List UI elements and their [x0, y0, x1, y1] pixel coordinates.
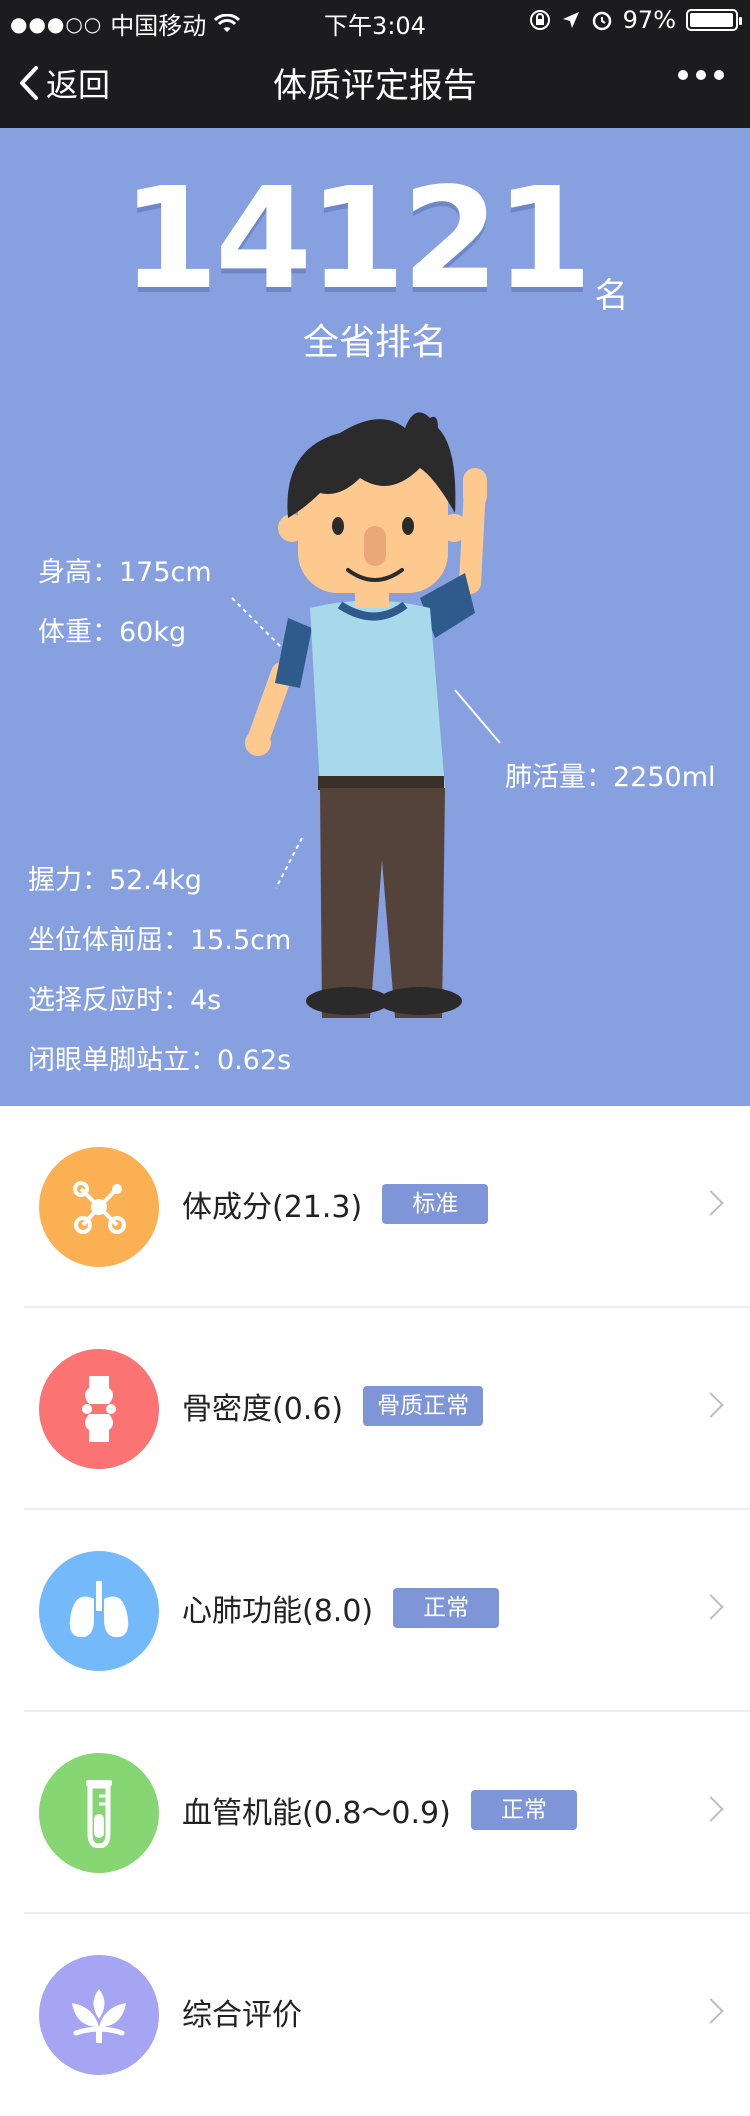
more-dot [678, 70, 688, 80]
list-item-cardiopulmonary[interactable]: 心肺功能(8.0) 正常 [24, 1510, 750, 1712]
status-badge: 正常 [470, 1790, 577, 1830]
more-dot [714, 70, 724, 80]
status-badge: 标准 [382, 1184, 489, 1224]
battery-icon [686, 9, 742, 31]
page-title: 体质评定报告 [273, 66, 477, 106]
list-item-overall-evaluation[interactable]: 综合评价 [24, 1914, 750, 2116]
nav-bar: 返回 体质评定报告 [0, 40, 750, 128]
lotus-icon [39, 1955, 159, 2075]
status-badge: 骨质正常 [363, 1386, 484, 1426]
list-item-vascular[interactable]: 血管机能(0.8～0.9) 正常 [24, 1712, 750, 1914]
list-item-bone-density[interactable]: 骨密度(0.6) 骨质正常 [24, 1308, 750, 1510]
item-title: 综合评价 [182, 1998, 302, 2033]
more-dot [696, 70, 706, 80]
chevron-right-icon [698, 1594, 724, 1620]
battery-percent: 97% [622, 6, 676, 34]
molecule-icon [39, 1147, 159, 1267]
hero-section: 14121 名 全省排名 身高：175cm 体重：60kg 肺活量：2250ml … [0, 128, 750, 1106]
item-title: 体成分(21.3) [182, 1190, 363, 1225]
item-title: 血管机能(0.8～0.9) [182, 1796, 451, 1831]
item-title: 骨密度(0.6) [182, 1392, 344, 1427]
test-tube-icon [39, 1753, 159, 1873]
chevron-right-icon [698, 1190, 724, 1216]
chevron-right-icon [698, 1998, 724, 2024]
character-illustration [245, 412, 487, 1018]
more-button[interactable] [678, 70, 724, 80]
status-badge: 正常 [393, 1588, 500, 1628]
top-bar: ●●●○○ 中国移动 下午3:04 97% 返回 体质评定报告 [0, 0, 750, 128]
list-item-body-composition[interactable]: 体成分(21.3) 标准 [24, 1106, 750, 1308]
item-label: 心肺功能(8.0) 正常 [182, 1586, 500, 1630]
chevron-right-icon [698, 1796, 724, 1822]
alarm-icon [592, 11, 611, 31]
lungs-icon [39, 1551, 159, 1671]
location-arrow-icon [562, 12, 579, 28]
item-label: 血管机能(0.8～0.9) 正常 [182, 1788, 577, 1832]
assessment-list: 体成分(21.3) 标准 骨密度(0.6) 骨质正常 心肺功能(8.0) 正常 血管机能(0… [0, 1106, 750, 2116]
item-label: 体成分(21.3) 标准 [182, 1182, 489, 1226]
status-bar: ●●●○○ 中国移动 下午3:04 97% [0, 0, 750, 40]
rotation-lock-icon [529, 10, 550, 30]
item-label: 骨密度(0.6) 骨质正常 [182, 1384, 484, 1428]
item-title: 心肺功能(8.0) [182, 1594, 374, 1629]
item-label: 综合评价 [182, 1990, 302, 2034]
bone-joint-icon [39, 1349, 159, 1469]
chevron-right-icon [698, 1392, 724, 1418]
